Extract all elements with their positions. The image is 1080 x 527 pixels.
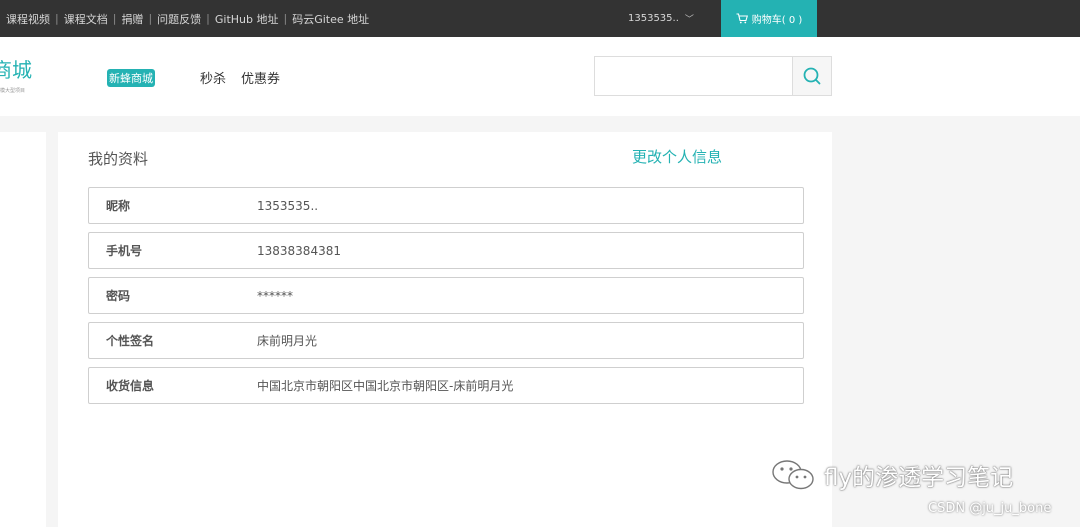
nav-coupons[interactable]: 优惠券	[241, 68, 280, 87]
info-value: 中国北京市朝阳区中国北京市朝阳区-床前明月光	[257, 379, 514, 393]
brand-badge[interactable]: 新蜂商城	[107, 69, 155, 87]
chevron-down-icon: ﹀	[684, 15, 694, 25]
info-label: 个性签名	[106, 334, 155, 348]
link-course-videos[interactable]: 课程视频	[6, 11, 50, 27]
edit-profile-link[interactable]: 更改个人信息	[632, 146, 722, 167]
logo[interactable]: 商城	[0, 54, 32, 83]
divider: |	[55, 12, 59, 25]
username: 1353535..	[628, 13, 679, 24]
search-button[interactable]	[792, 56, 832, 96]
info-label: 收货信息	[106, 379, 155, 393]
link-github[interactable]: GitHub 地址	[215, 11, 279, 27]
profile-panel: 我的资料 更改个人信息 昵称 1353535.. 手机号 13838384381…	[58, 132, 832, 527]
info-label: 密码	[106, 289, 131, 303]
info-value: ******	[257, 288, 293, 303]
search-icon	[803, 67, 821, 85]
cart-icon	[736, 13, 748, 24]
info-row-signature: 个性签名 床前明月光	[88, 322, 804, 359]
user-menu[interactable]: 1353535.. ﹀	[628, 0, 694, 37]
top-links: 课程视频 | 课程文档 | 捐赠 | 问题反馈 | GitHub 地址 | 码云…	[6, 0, 369, 37]
info-row-phone: 手机号 13838384381	[88, 232, 804, 269]
info-value: 1353535..	[257, 198, 319, 213]
watermark-text: fly的渗透学习笔记	[824, 465, 1014, 491]
info-row-password: 密码 ******	[88, 277, 804, 314]
divider: |	[148, 12, 153, 25]
info-value: 床前明月光	[257, 334, 318, 348]
top-bar: 课程视频 | 课程文档 | 捐赠 | 问题反馈 | GitHub 地址 | 码云…	[0, 0, 1080, 37]
divider: |	[283, 12, 288, 25]
cart-button[interactable]: 购物车( 0 )	[721, 0, 817, 37]
info-row-nickname: 昵称 1353535..	[88, 187, 804, 224]
info-value: 13838384381	[257, 243, 341, 258]
csdn-credit: CSDN @ju_ju_bone	[928, 501, 1052, 516]
link-course-docs[interactable]: 课程文档	[64, 11, 108, 27]
wechat-icon	[772, 460, 814, 490]
main-nav: 秒杀 优惠券	[200, 68, 295, 87]
search-input[interactable]	[594, 56, 793, 96]
site-header: 商城 模大型项目 新蜂商城 秒杀 优惠券	[0, 37, 1080, 116]
page-title: 我的资料	[88, 150, 149, 168]
info-row-address: 收货信息 中国北京市朝阳区中国北京市朝阳区-床前明月光	[88, 367, 804, 404]
link-gitee[interactable]: 码云Gitee 地址	[292, 11, 369, 27]
logo-subtitle: 模大型项目	[0, 88, 26, 94]
nav-seckill[interactable]: 秒杀	[200, 68, 226, 87]
watermark: fly的渗透学习笔记	[770, 458, 1013, 492]
divider: |	[112, 12, 117, 25]
sidebar-panel	[0, 132, 46, 527]
link-donate[interactable]: 捐赠	[121, 11, 143, 27]
link-feedback[interactable]: 问题反馈	[157, 11, 201, 27]
divider: |	[206, 12, 210, 25]
cart-label: 购物车( 0 )	[751, 15, 803, 26]
info-label: 手机号	[106, 244, 143, 258]
info-label: 昵称	[106, 199, 131, 213]
